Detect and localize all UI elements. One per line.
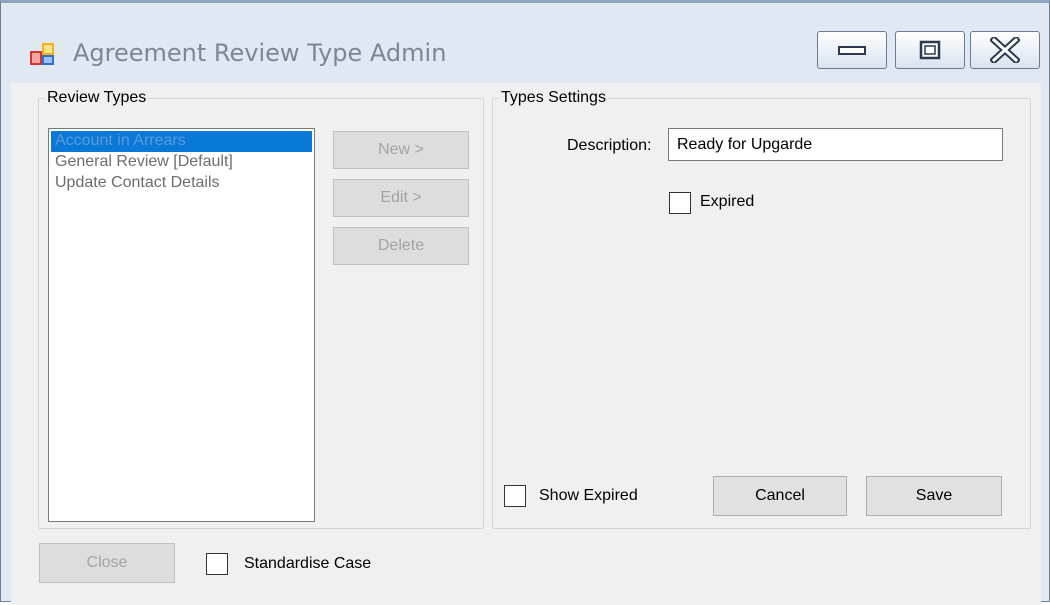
list-item[interactable]: General Review [Default] — [51, 152, 312, 173]
description-field[interactable]: Ready for Upgarde — [668, 128, 1003, 161]
description-label: Description: — [567, 137, 652, 154]
expired-label: Expired — [700, 193, 755, 210]
app-window: Agreement Review Type Admin Review Types… — [0, 0, 1050, 605]
window-title: Agreement Review Type Admin — [73, 39, 447, 67]
review-types-title: Review Types — [45, 89, 149, 107]
show-expired-checkbox[interactable] — [504, 485, 526, 507]
expired-checkbox[interactable] — [669, 192, 691, 214]
types-settings-title: Types Settings — [499, 89, 608, 107]
maximize-button[interactable] — [895, 31, 965, 69]
close-icon — [990, 37, 1020, 63]
show-expired-label: Show Expired — [539, 487, 638, 504]
delete-button[interactable]: Delete — [333, 227, 469, 265]
types-settings-group: Types Settings — [492, 89, 1031, 529]
new-button[interactable]: New > — [333, 131, 469, 169]
review-types-listbox[interactable]: Account in Arrears General Review [Defau… — [48, 128, 315, 522]
cancel-button[interactable]: Cancel — [713, 476, 847, 516]
save-button[interactable]: Save — [866, 476, 1002, 516]
close-window-button[interactable] — [970, 31, 1040, 69]
app-icon — [30, 43, 54, 65]
title-bar[interactable]: Agreement Review Type Admin — [1, 3, 1049, 85]
standardise-case-checkbox[interactable] — [206, 553, 228, 575]
edit-button[interactable]: Edit > — [333, 179, 469, 217]
list-item[interactable]: Account in Arrears — [51, 131, 312, 152]
list-item[interactable]: Update Contact Details — [51, 173, 312, 194]
minimize-icon — [838, 46, 866, 55]
minimize-button[interactable] — [817, 31, 887, 69]
maximize-icon — [919, 40, 941, 60]
close-button[interactable]: Close — [39, 543, 175, 583]
standardise-case-label: Standardise Case — [244, 555, 372, 572]
dialog-client-area: Review Types Account in Arrears General … — [11, 83, 1041, 605]
